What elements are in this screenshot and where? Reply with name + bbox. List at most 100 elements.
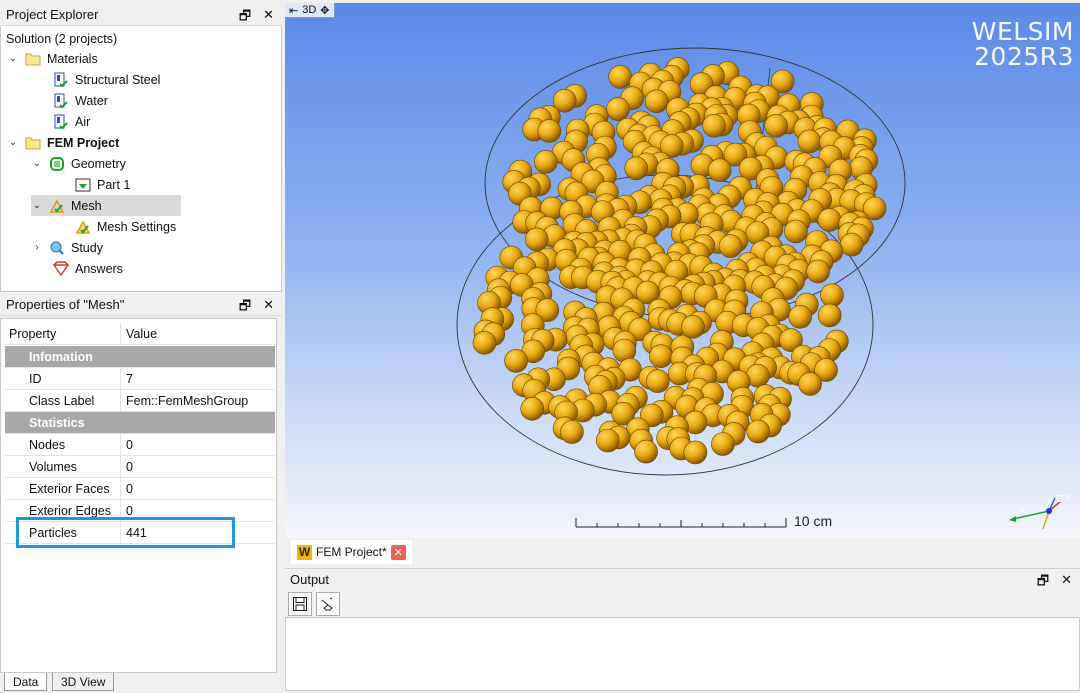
- chevron-down-icon[interactable]: ⌄: [31, 200, 43, 211]
- group-information[interactable]: Infomation: [5, 346, 275, 368]
- project-explorer-label: Project Explorer: [6, 7, 99, 22]
- particle-sphere: [634, 439, 658, 464]
- document-tab[interactable]: W FEM Project* ✕: [291, 540, 412, 564]
- particle-sphere: [788, 304, 812, 329]
- chevron-down-icon[interactable]: ⌄: [31, 158, 43, 169]
- float-panel-icon[interactable]: 🗗: [239, 297, 251, 319]
- particle-sphere: [798, 372, 822, 396]
- tree-mesh-settings-label: Mesh Settings: [97, 219, 177, 234]
- mesh-settings-icon: [75, 219, 91, 234]
- group-information-label: Infomation: [29, 349, 93, 364]
- property-row[interactable]: Volumes 0: [5, 456, 275, 478]
- particle-sphere: [504, 349, 528, 373]
- group-statistics-label: Statistics: [29, 415, 85, 430]
- particle-sphere: [608, 65, 633, 89]
- tree-material-water[interactable]: Water: [53, 90, 108, 111]
- part-icon: [75, 178, 91, 191]
- document-tab-strip: W FEM Project* ✕: [285, 538, 1080, 566]
- bottom-tab-bar: Data 3D View: [0, 673, 282, 693]
- particle-sphere: [560, 420, 584, 444]
- output-label: Output: [290, 572, 330, 587]
- particle-sphere: [645, 369, 670, 393]
- tree-mesh-settings[interactable]: Mesh Settings: [75, 216, 176, 237]
- property-row[interactable]: Nodes 0: [5, 434, 275, 456]
- particle-sphere: [718, 234, 743, 258]
- tree-mesh-label: Mesh: [71, 198, 102, 213]
- tree-material-label: Water: [75, 93, 108, 108]
- property-value: Fem::FemMeshGroup: [126, 393, 249, 408]
- 3d-viewport[interactable]: ⇤ 3D ✥ WELSIM 2025R3 10 cm Y Z X: [285, 3, 1080, 538]
- answers-icon: [53, 260, 69, 276]
- viewport-tab[interactable]: ⇤ 3D ✥: [285, 3, 335, 18]
- tree-geometry-label: Geometry: [71, 156, 126, 171]
- particles-highlight-box: [16, 517, 235, 548]
- particle-sphere: [683, 440, 708, 465]
- tree-materials-label: Materials: [47, 51, 98, 66]
- geometry-icon: [50, 156, 64, 171]
- particle-sphere: [817, 208, 842, 232]
- property-row[interactable]: Exterior Faces 0: [5, 478, 275, 500]
- particle-sphere: [702, 113, 726, 138]
- pin-icon[interactable]: ⇤: [289, 4, 298, 17]
- tab-3d-view[interactable]: 3D View: [52, 673, 115, 691]
- property-value: 0: [126, 481, 133, 496]
- property-row[interactable]: ID 7: [5, 368, 275, 390]
- property-column-header: Property: [5, 323, 121, 344]
- particle-sphere: [746, 419, 771, 444]
- chevron-down-icon[interactable]: ⌄: [7, 53, 19, 64]
- material-icon: [54, 114, 68, 129]
- welsim-logo-icon: W: [297, 544, 312, 560]
- save-icon: [293, 596, 307, 611]
- tree-material-label: Air: [75, 114, 91, 129]
- tree-material-air[interactable]: Air: [53, 111, 90, 132]
- tree-material-steel[interactable]: Structural Steel: [53, 69, 160, 90]
- output-panel-title: Output 🗗 ✕: [285, 568, 1080, 590]
- particle-sphere: [817, 303, 842, 328]
- particle-sphere: [520, 396, 544, 421]
- particle-sphere: [806, 259, 830, 284]
- tab-data[interactable]: Data: [4, 673, 48, 691]
- viewport-tab-label: 3D: [302, 4, 317, 16]
- crosshair-icon[interactable]: ✥: [320, 4, 329, 17]
- property-row[interactable]: Class Label Fem::FemMeshGroup: [5, 390, 275, 412]
- close-icon[interactable]: ✕: [390, 544, 406, 560]
- tree-fem-project-label: FEM Project: [47, 135, 120, 150]
- tree-materials[interactable]: ⌄ Materials: [7, 48, 98, 69]
- project-explorer-title: Project Explorer 🗗 ✕: [0, 4, 282, 26]
- mesh-icon: [49, 198, 65, 213]
- particle-sphere: [797, 129, 822, 154]
- value-column-header: Value: [126, 326, 158, 341]
- tree-solution-label: Solution (2 projects): [6, 31, 118, 46]
- tree-part[interactable]: Part 1: [75, 174, 130, 195]
- welsim-watermark: WELSIM 2025R3: [972, 19, 1074, 69]
- tree-material-label: Structural Steel: [75, 72, 161, 87]
- property-value: 0: [126, 503, 133, 518]
- material-icon: [54, 72, 68, 87]
- tree-answers-label: Answers: [75, 261, 123, 276]
- save-output-button[interactable]: [288, 591, 312, 616]
- particle-sphere: [533, 150, 558, 174]
- tree-part-label: Part 1: [97, 177, 131, 192]
- clear-output-button[interactable]: [316, 591, 340, 616]
- tree-answers[interactable]: Answers: [53, 258, 123, 279]
- particle-sphere: [784, 219, 808, 244]
- close-panel-icon[interactable]: ✕: [263, 297, 274, 319]
- broom-icon: [321, 597, 333, 610]
- document-tab-label: FEM Project*: [316, 545, 387, 559]
- property-key: Volumes: [5, 456, 121, 477]
- particle-sphere: [624, 156, 649, 181]
- group-statistics[interactable]: Statistics: [5, 412, 275, 434]
- chevron-down-icon[interactable]: ⌄: [7, 137, 19, 148]
- tree-geometry[interactable]: ⌄ Geometry: [31, 153, 126, 174]
- properties-header: Property Value: [5, 323, 275, 345]
- chevron-right-icon[interactable]: ›: [31, 242, 43, 253]
- particle-sphere: [820, 283, 844, 308]
- particle-sphere: [606, 97, 630, 121]
- tree-fem-project[interactable]: ⌄ FEM Project: [7, 132, 119, 153]
- tree-mesh[interactable]: ⌄ Mesh: [31, 195, 181, 216]
- output-console[interactable]: [285, 617, 1080, 691]
- property-value: 0: [126, 459, 133, 474]
- tree-study[interactable]: › Study: [31, 237, 103, 258]
- tree-solution[interactable]: Solution (2 projects): [6, 28, 117, 49]
- properties-grid: Property Value Infomation ID 7 Class Lab…: [0, 318, 277, 673]
